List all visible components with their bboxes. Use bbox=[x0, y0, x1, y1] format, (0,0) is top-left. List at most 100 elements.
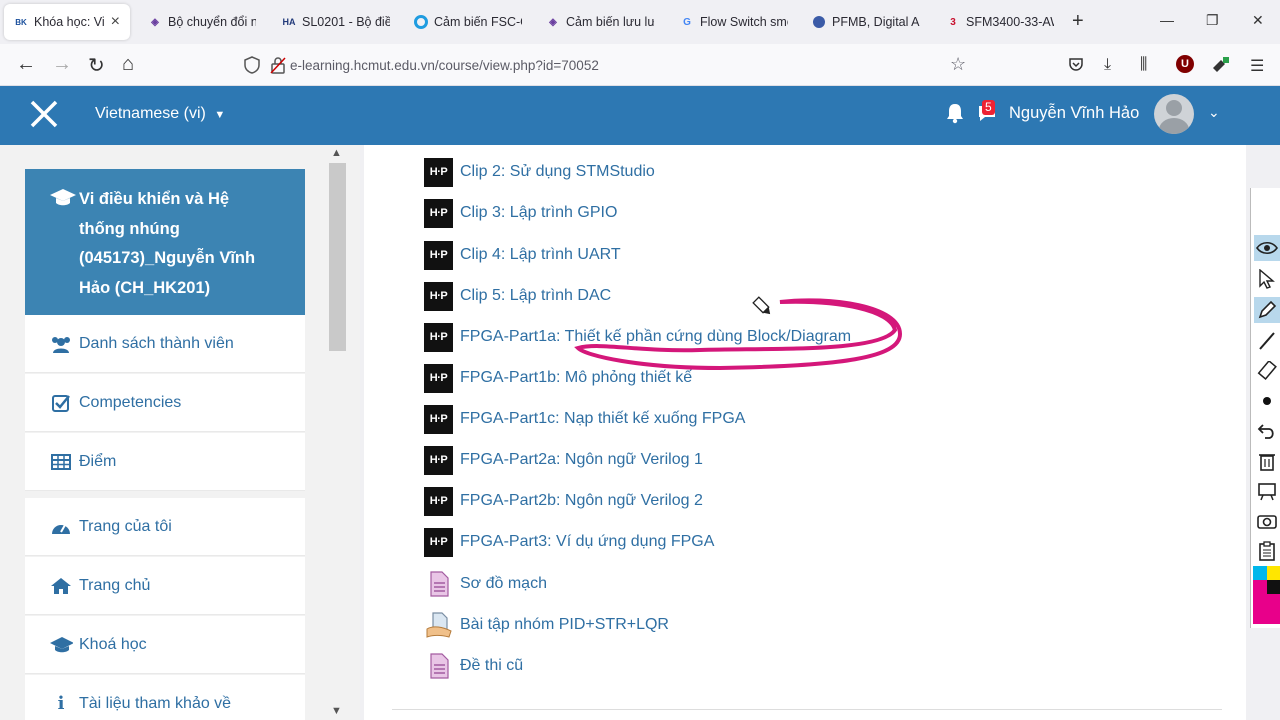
browser-tab[interactable]: ◈ Bộ chuyển đổi nh bbox=[138, 4, 266, 40]
activity-link[interactable]: Đề thi cũ bbox=[424, 651, 523, 681]
menu-icon[interactable]: ☰ bbox=[1250, 56, 1264, 76]
sidebar-item-label: Danh sách thành viên bbox=[79, 334, 234, 352]
browser-tab[interactable]: ◈ Cảm biến lưu lượ bbox=[536, 4, 664, 40]
sidebar-item-label: Competencies bbox=[79, 393, 182, 411]
activity-link[interactable]: H·P FPGA-Part1a: Thiết kế phần cứng dùng… bbox=[424, 322, 851, 352]
close-window-icon[interactable]: ✕ bbox=[1252, 12, 1264, 29]
sidebar-item-dashboard[interactable]: Trang của tôi bbox=[25, 498, 305, 556]
sidebar-item-references[interactable]: i Tài liệu tham khảo về bbox=[25, 675, 305, 720]
shield-icon[interactable] bbox=[244, 56, 260, 77]
new-tab-button[interactable]: + bbox=[1072, 10, 1084, 33]
library-icon[interactable]: ⫼ bbox=[1140, 56, 1147, 74]
sidebar-item-courses[interactable]: Khoá học bbox=[25, 616, 305, 674]
extension-icon[interactable] bbox=[1212, 56, 1230, 77]
color-swatch-magenta[interactable] bbox=[1253, 580, 1267, 594]
line-tool-icon[interactable] bbox=[1254, 328, 1280, 354]
browser-tab-strip: BK Khóa học: Vi đ × ◈ Bộ chuyển đổi nh H… bbox=[0, 0, 1280, 44]
sidebar-item-participants[interactable]: Danh sách thành viên bbox=[25, 315, 305, 373]
graduation-cap-icon bbox=[49, 187, 77, 218]
activity-link[interactable]: H·P Clip 4: Lập trình UART bbox=[424, 240, 621, 270]
h5p-icon: H·P bbox=[424, 322, 453, 352]
sidebar-item-grades[interactable]: Điểm bbox=[25, 433, 305, 491]
highlighter-icon[interactable] bbox=[1254, 358, 1280, 384]
user-name[interactable]: Nguyễn Vĩnh Hảo bbox=[1009, 104, 1139, 123]
avatar[interactable] bbox=[1154, 94, 1194, 134]
visio-icon: ◈ bbox=[549, 16, 557, 28]
activity-label: Clip 2: Sử dụng STMStudio bbox=[460, 163, 655, 180]
forward-icon[interactable]: → bbox=[52, 53, 72, 76]
home-icon[interactable]: ⌂ bbox=[122, 53, 134, 76]
activity-link[interactable]: H·P Clip 5: Lập trình DAC bbox=[424, 281, 611, 311]
info-icon: i bbox=[57, 693, 65, 714]
arrow-cursor-icon[interactable] bbox=[1254, 266, 1280, 292]
section-divider bbox=[392, 709, 1222, 710]
insecure-lock-icon[interactable] bbox=[270, 56, 286, 77]
activity-label: Clip 5: Lập trình DAC bbox=[460, 287, 612, 304]
pocket-icon[interactable] bbox=[1068, 56, 1084, 77]
color-swatch-yellow[interactable] bbox=[1267, 566, 1280, 580]
course-title-block[interactable]: Vi điều khiển và Hệ thống nhúng (045173)… bbox=[25, 169, 305, 315]
color-swatch-cyan[interactable] bbox=[1253, 566, 1267, 580]
sidebar-item-competencies[interactable]: Competencies bbox=[25, 374, 305, 432]
ublock-extension-icon[interactable]: U bbox=[1176, 55, 1194, 73]
scroll-up-icon[interactable]: ▲ bbox=[331, 147, 342, 159]
user-menu-chevron-icon[interactable]: ⌄ bbox=[1208, 104, 1220, 121]
board-icon[interactable] bbox=[1254, 478, 1280, 504]
activity-label: FPGA-Part2a: Ngôn ngữ Verilog 1 bbox=[460, 451, 703, 468]
scroll-down-icon[interactable]: ▼ bbox=[331, 705, 342, 717]
language-menu[interactable]: Vietnamese (vi) ▼ bbox=[95, 105, 225, 123]
pen-tool-icon[interactable] bbox=[1254, 297, 1280, 323]
close-tab-icon[interactable]: × bbox=[111, 13, 120, 31]
browser-tab[interactable]: 3 SFM3400-33-AW bbox=[936, 4, 1064, 40]
browser-tab[interactable]: Cảm biến FSC-G bbox=[404, 4, 532, 40]
smc-icon bbox=[812, 15, 826, 29]
h5p-icon: H·P bbox=[424, 198, 453, 228]
home-icon bbox=[49, 577, 73, 595]
sidebar-item-label: Điểm bbox=[79, 452, 117, 470]
activity-link[interactable]: H·P FPGA-Part2a: Ngôn ngữ Verilog 1 bbox=[424, 445, 703, 475]
nav-drawer: Vi điều khiển và Hệ thống nhúng (045173)… bbox=[0, 145, 360, 720]
activity-link[interactable]: H·P Clip 3: Lập trình GPIO bbox=[424, 198, 617, 228]
users-icon bbox=[49, 334, 73, 354]
sidebar-item-home[interactable]: Trang chủ bbox=[25, 557, 305, 615]
color-swatch-black[interactable] bbox=[1267, 580, 1280, 594]
activity-link[interactable]: H·P FPGA-Part3: Ví dụ ứng dụng FPGA bbox=[424, 527, 714, 557]
eye-icon[interactable] bbox=[1254, 235, 1280, 261]
minimize-icon[interactable]: — bbox=[1160, 12, 1174, 28]
sidebar-item-label: Trang chủ bbox=[79, 576, 151, 594]
assignment-icon bbox=[424, 611, 453, 640]
notification-bell-icon[interactable] bbox=[945, 102, 965, 129]
activity-label: Sơ đồ mạch bbox=[460, 575, 547, 592]
activity-link[interactable]: Bài tập nhóm PID+STR+LQR bbox=[424, 610, 669, 640]
url-bar[interactable]: e-learning.hcmut.edu.vn/course/view.php?… bbox=[232, 50, 982, 80]
activity-link[interactable]: Sơ đồ mạch bbox=[424, 569, 547, 599]
graduation-cap-icon bbox=[49, 636, 73, 654]
trash-icon[interactable] bbox=[1254, 448, 1280, 474]
camera-icon[interactable] bbox=[1254, 508, 1280, 534]
undo-icon[interactable] bbox=[1254, 418, 1280, 444]
browser-tab[interactable]: PFMB, Digital Air bbox=[802, 4, 930, 40]
activity-link[interactable]: H·P FPGA-Part2b: Ngôn ngữ Verilog 2 bbox=[424, 486, 703, 516]
sidebar-item-label: Tài liệu tham khảo về bbox=[79, 694, 232, 712]
activity-link[interactable]: H·P FPGA-Part1c: Nạp thiết kế xuống FPGA bbox=[424, 404, 745, 434]
google-icon: G bbox=[683, 16, 691, 28]
browser-tab[interactable]: HA SL0201 - Bộ điề bbox=[272, 4, 400, 40]
sidebar-scrollbar-thumb[interactable] bbox=[329, 163, 346, 351]
moodle-header: Vietnamese (vi) ▼ 5 Nguyễn Vĩnh Hảo ⌄ bbox=[0, 86, 1280, 145]
download-icon[interactable]: ⤓ bbox=[1104, 56, 1111, 74]
clipboard-icon[interactable] bbox=[1254, 538, 1280, 564]
activity-link[interactable]: H·P FPGA-Part1b: Mô phỏng thiết kế bbox=[424, 363, 692, 393]
restore-icon[interactable]: ❐ bbox=[1206, 12, 1219, 29]
back-icon[interactable]: ← bbox=[16, 53, 36, 76]
activity-link[interactable]: H·P Clip 2: Sử dụng STMStudio bbox=[424, 157, 655, 187]
browser-tab[interactable]: G Flow Switch smc bbox=[670, 4, 798, 40]
current-color-swatch[interactable] bbox=[1253, 594, 1280, 624]
brush-size-dot-icon[interactable] bbox=[1254, 388, 1280, 414]
ha-icon: HA bbox=[282, 17, 296, 27]
bookmark-star-icon[interactable]: ☆ bbox=[950, 54, 966, 75]
reload-icon[interactable]: ↻ bbox=[88, 53, 105, 78]
table-icon bbox=[49, 453, 73, 471]
browser-tab-active[interactable]: BK Khóa học: Vi đ × bbox=[4, 4, 130, 40]
activity-label: Đề thi cũ bbox=[460, 657, 524, 674]
close-drawer-icon[interactable] bbox=[28, 98, 60, 130]
